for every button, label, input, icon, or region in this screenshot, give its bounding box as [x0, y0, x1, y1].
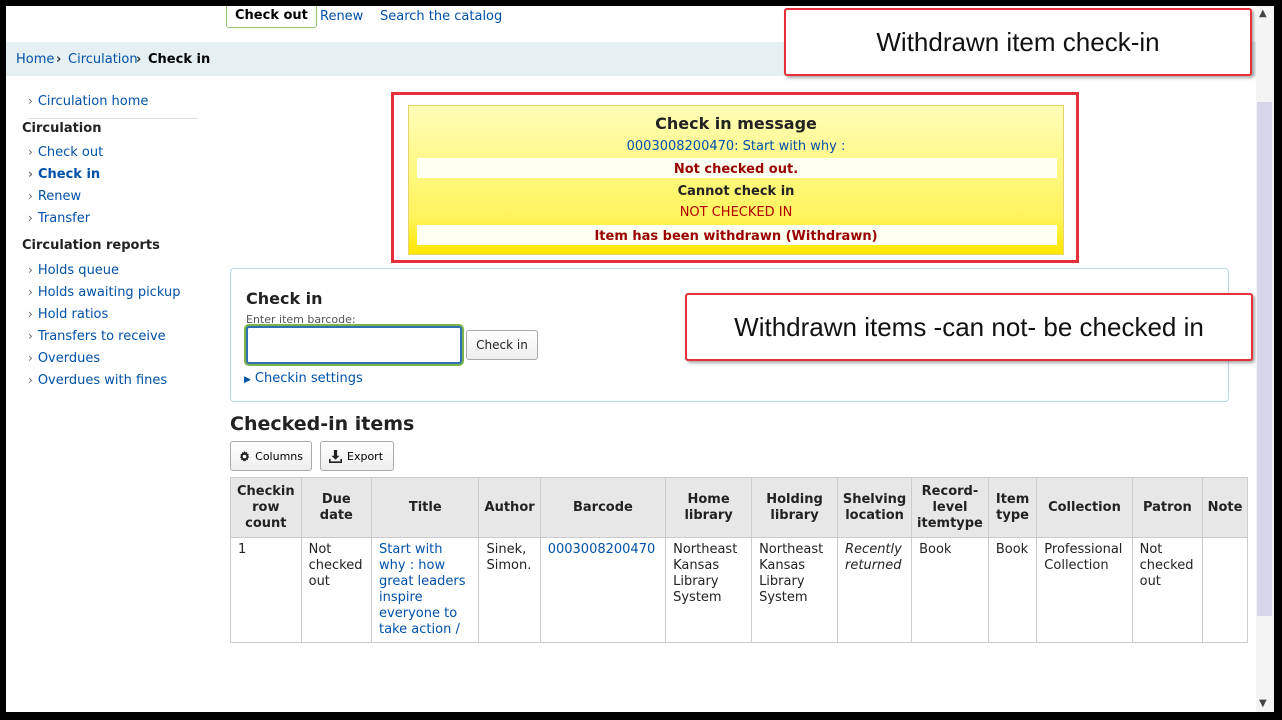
col-due-date[interactable]: Due date [300, 477, 373, 538]
checkin-title: Check in [246, 289, 323, 308]
sidebar-item-circulation-home[interactable]: Circulation home [28, 94, 149, 109]
sidebar-item-hold-ratios[interactable]: Hold ratios [28, 307, 108, 322]
cell-home-library: Northeast Kansas Library System [665, 537, 753, 643]
sidebar-item-check-in[interactable]: Check in [28, 167, 100, 182]
col-holding-library[interactable]: Holding library [751, 477, 839, 538]
table-header-row: Checkin row count Due date Title Author … [230, 477, 1248, 538]
checkout-tab[interactable]: Check out [226, 6, 317, 28]
search-catalog-tab[interactable]: Search the catalog [380, 9, 502, 24]
message-title: Check in message [655, 114, 817, 133]
cell-barcode-link[interactable]: 0003008200470 [539, 537, 667, 643]
sidebar-item-transfer[interactable]: Transfer [28, 211, 90, 226]
download-icon [329, 449, 342, 463]
cell-due-date: Not checked out [300, 537, 373, 643]
export-label: Export [347, 449, 384, 463]
callout-cannot-check-in: Withdrawn items -can not- be checked in [685, 293, 1253, 361]
sidebar-heading-reports: Circulation reports [22, 238, 160, 253]
cell-collection: Professional Collection [1036, 537, 1133, 643]
checkin-message-box: Check in message 0003008200470: Start wi… [408, 105, 1064, 255]
sidebar-item-holds-awaiting[interactable]: Holds awaiting pickup [28, 285, 181, 300]
sidebar-item-transfers-receive[interactable]: Transfers to receive [28, 329, 166, 344]
col-patron[interactable]: Patron [1131, 477, 1204, 538]
col-row-count[interactable]: Checkin row count [230, 477, 302, 538]
message-cannot-check-in: Cannot check in [677, 184, 795, 199]
sidebar-item-overdues[interactable]: Overdues [28, 351, 100, 366]
col-collection[interactable]: Collection [1036, 477, 1133, 538]
scroll-up-icon[interactable]: ▲ [1259, 8, 1267, 19]
cell-shelving-location: Recently returned [837, 537, 913, 643]
checked-in-items-table: Checkin row count Due date Title Author … [230, 477, 1248, 643]
col-record-itemtype[interactable]: Record-level itemtype [911, 477, 989, 538]
breadcrumb-separator: › [136, 52, 142, 67]
checkin-settings-toggle[interactable]: ▶ Checkin settings [244, 371, 363, 386]
message-not-checked-out: Not checked out. [673, 162, 799, 177]
sidebar-heading-circulation: Circulation [22, 121, 102, 136]
breadcrumb-home[interactable]: Home [16, 52, 54, 67]
cell-patron: Not checked out [1131, 537, 1204, 643]
sidebar-item-check-out[interactable]: Check out [28, 145, 103, 160]
col-shelving-location[interactable]: Shelving location [837, 477, 913, 538]
cell-record-itemtype: Book [911, 537, 989, 643]
scroll-down-icon[interactable]: ▼ [1259, 698, 1267, 709]
message-item-link[interactable]: 0003008200470: Start with why : [409, 139, 1063, 154]
message-withdrawn: Item has been withdrawn (Withdrawn) [594, 229, 878, 244]
barcode-label: Enter item barcode: [246, 313, 356, 326]
renew-tab[interactable]: Renew [320, 9, 363, 24]
cell-item-type: Book [987, 537, 1038, 643]
export-button[interactable]: Export [320, 441, 394, 471]
checked-in-items-title: Checked-in items [230, 413, 415, 435]
callout-withdrawn-check-in: Withdrawn item check-in [784, 8, 1252, 76]
col-note[interactable]: Note [1202, 477, 1248, 538]
cell-row-count: 1 [230, 537, 302, 643]
checkin-settings-label: Checkin settings [254, 371, 363, 386]
col-home-library[interactable]: Home library [665, 477, 753, 538]
breadcrumb-circulation[interactable]: Circulation [68, 52, 138, 67]
message-not-checked-in: NOT CHECKED IN [679, 205, 793, 220]
cell-note [1202, 537, 1248, 643]
browser-viewport: Check out Renew Search the catalog Home … [6, 6, 1274, 712]
caret-right-icon: ▶ [244, 375, 251, 385]
scrollbar-thumb[interactable] [1257, 102, 1272, 616]
cell-title-link[interactable]: Start with why : how great leaders inspi… [371, 537, 480, 643]
vertical-scrollbar[interactable]: ▲ ▼ [1256, 6, 1274, 712]
columns-button[interactable]: Columns [230, 441, 312, 471]
table-row: 1 Not checked out Start with why : how g… [230, 537, 1248, 643]
sidebar-item-holds-queue[interactable]: Holds queue [28, 263, 119, 278]
breadcrumb-current: Check in [148, 52, 211, 67]
cell-author: Sinek, Simon. [478, 537, 541, 643]
col-barcode[interactable]: Barcode [539, 477, 667, 538]
sidebar-divider [28, 118, 198, 119]
checkin-message-highlight: Check in message 0003008200470: Start wi… [391, 92, 1079, 263]
barcode-input[interactable] [246, 326, 462, 364]
sidebar-item-renew[interactable]: Renew [28, 189, 81, 204]
col-author[interactable]: Author [478, 477, 541, 538]
cell-holding-library: Northeast Kansas Library System [751, 537, 839, 643]
check-in-button[interactable]: Check in [466, 330, 538, 360]
columns-label: Columns [255, 449, 303, 463]
col-title[interactable]: Title [371, 477, 480, 538]
col-item-type[interactable]: Item type [987, 477, 1038, 538]
sidebar-item-overdues-fines[interactable]: Overdues with fines [28, 373, 167, 388]
breadcrumb-separator: › [56, 52, 62, 67]
gear-icon [239, 450, 250, 462]
